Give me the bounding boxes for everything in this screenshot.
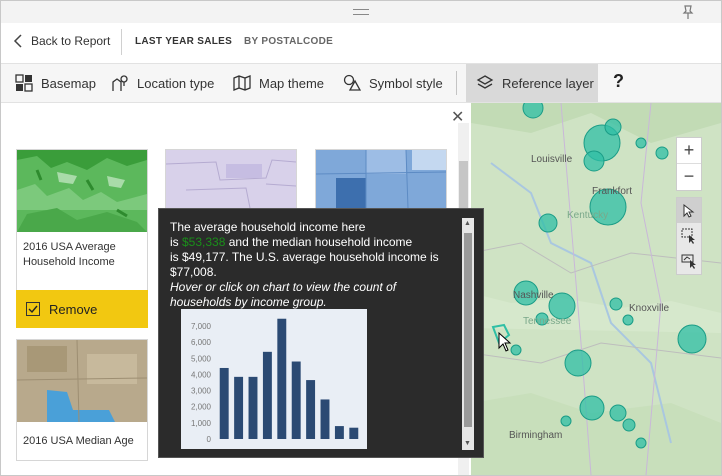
map-label-louisville: Louisville [531, 154, 573, 165]
back-label: Back to Report [31, 34, 111, 48]
map-toolbar: Basemap Location type Map theme Symbol s… [1, 63, 721, 103]
layer-card-median-age[interactable]: 2016 USA Median Age [16, 339, 148, 461]
purple-map-thumbnail [166, 150, 296, 208]
income-bar[interactable] [320, 399, 330, 439]
tooltip-text: The average household income here is $53… [170, 220, 460, 310]
help-button[interactable]: ? [613, 71, 624, 92]
layer-card-2[interactable] [165, 149, 297, 209]
y-tick-label: 3,000 [191, 387, 212, 396]
layer-card-3[interactable] [315, 149, 447, 209]
breadcrumb-measure: LAST YEAR SALES [135, 36, 233, 47]
chevron-left-icon [13, 34, 22, 48]
age-map-thumbnail [17, 340, 147, 422]
map-label-knoxville: Knoxville [629, 303, 670, 314]
tooltip-scrollbar-thumb[interactable] [464, 233, 472, 427]
toolbar-divider [456, 71, 457, 95]
window-grip[interactable] [1, 1, 721, 23]
tooltip-line-3: is $49,177. The U.S. average household i… [170, 250, 439, 264]
income-bar[interactable] [248, 376, 258, 439]
mouse-cursor-icon [498, 332, 512, 352]
map-tools [676, 197, 702, 275]
scroll-up-arrow-icon[interactable]: ▲ [464, 220, 471, 227]
tooltip-line-4: $77,008. [170, 265, 217, 279]
pin-icon[interactable] [680, 4, 696, 20]
income-bar[interactable] [277, 318, 287, 439]
map-label-birmingham: Birmingham [509, 430, 563, 441]
zoom-out-button[interactable]: − [677, 164, 701, 190]
map-label-tennessee: Tennessee [523, 316, 572, 327]
reference-layer-tooltip: The average household income here is $53… [158, 208, 484, 458]
tooltip-hint: Hover or click on chart to view the coun… [170, 280, 397, 309]
income-group-chart[interactable]: 7,000 6,000 5,000 4,000 3,000 2,000 1,000 0 [181, 309, 367, 449]
map-editor-window: Back to Report LAST YEAR SALES BY POSTAL… [0, 0, 722, 476]
income-bar[interactable] [219, 367, 229, 439]
income-bar[interactable] [234, 376, 244, 439]
tooltip-line-2: is $53,338 and the median household inco… [170, 235, 413, 249]
zoom-in-button[interactable]: + [677, 138, 701, 164]
y-tick-label: 2,000 [191, 403, 212, 412]
scroll-down-arrow-icon[interactable]: ▼ [464, 440, 471, 447]
toolbar-basemap[interactable]: Basemap [15, 64, 96, 102]
y-tick-label: 7,000 [191, 322, 212, 331]
income-bar[interactable] [291, 361, 301, 439]
rect-select-tool-button[interactable] [677, 223, 701, 248]
toolbar-symbol-style[interactable]: Symbol style [343, 64, 443, 102]
map-label-nashville: Nashville [513, 290, 554, 301]
y-tick-label: 6,000 [191, 338, 212, 347]
layers-icon [476, 75, 494, 89]
toolbar-basemap-label: Basemap [41, 75, 96, 91]
map-label-kentucky: Kentucky [567, 210, 609, 221]
layer-card-median-age-label: 2016 USA Median Age [23, 435, 134, 447]
checkbox-checked-icon [26, 302, 40, 316]
income-map-thumbnail [17, 150, 147, 232]
layer-card-income-label: 2016 USA Average Household Income [23, 241, 116, 268]
lasso-select-tool-button[interactable] [677, 248, 701, 273]
back-to-report-button[interactable]: Back to Report [13, 34, 110, 48]
income-bar[interactable] [262, 351, 272, 439]
header-divider [121, 29, 122, 55]
toolbar-symbol-style-label: Symbol style [369, 75, 443, 91]
pointer-icon [683, 203, 695, 218]
map-theme-icon [233, 75, 251, 91]
lasso-select-icon [681, 254, 696, 269]
layer-card-income[interactable]: 2016 USA Average Household Income [16, 149, 148, 291]
toolbar-map-theme[interactable]: Map theme [233, 64, 324, 102]
y-tick-label: 4,000 [191, 370, 212, 379]
remove-layer-label: Remove [49, 301, 98, 317]
report-header: Back to Report LAST YEAR SALES BY POSTAL… [1, 23, 721, 61]
y-tick-label: 1,000 [191, 419, 212, 428]
toolbar-reference-layer-label: Reference layer [502, 75, 594, 91]
rect-select-icon [681, 228, 695, 244]
basemap-icon [15, 74, 33, 92]
remove-layer-button[interactable]: Remove [16, 290, 148, 328]
income-bar[interactable] [334, 426, 344, 439]
zoom-controls: + − [676, 137, 702, 191]
tooltip-line-1: The average household income here [170, 220, 366, 234]
select-tool-button[interactable] [677, 198, 701, 223]
drag-handle-icon[interactable] [353, 9, 369, 15]
toolbar-map-theme-label: Map theme [259, 75, 325, 91]
income-bar[interactable] [306, 380, 316, 439]
tooltip-average-income: $53,338 [182, 235, 226, 249]
toolbar-location-type-label: Location type [137, 75, 215, 91]
blue-map-thumbnail [316, 150, 446, 208]
y-tick-label: 0 [207, 435, 212, 444]
toolbar-location-type[interactable]: Location type [111, 64, 214, 102]
location-type-icon [112, 75, 128, 91]
income-bar-chart[interactable]: 7,000 6,000 5,000 4,000 3,000 2,000 1,000 0 [181, 309, 367, 449]
toolbar-reference-layer[interactable]: Reference layer [466, 64, 598, 102]
symbol-style-icon [343, 74, 361, 91]
y-tick-label: 5,000 [191, 354, 212, 363]
income-bar[interactable] [349, 427, 359, 439]
map-label-frankfort: Frankfort [592, 186, 633, 197]
breadcrumb-field: BY POSTALCODE [244, 36, 334, 47]
